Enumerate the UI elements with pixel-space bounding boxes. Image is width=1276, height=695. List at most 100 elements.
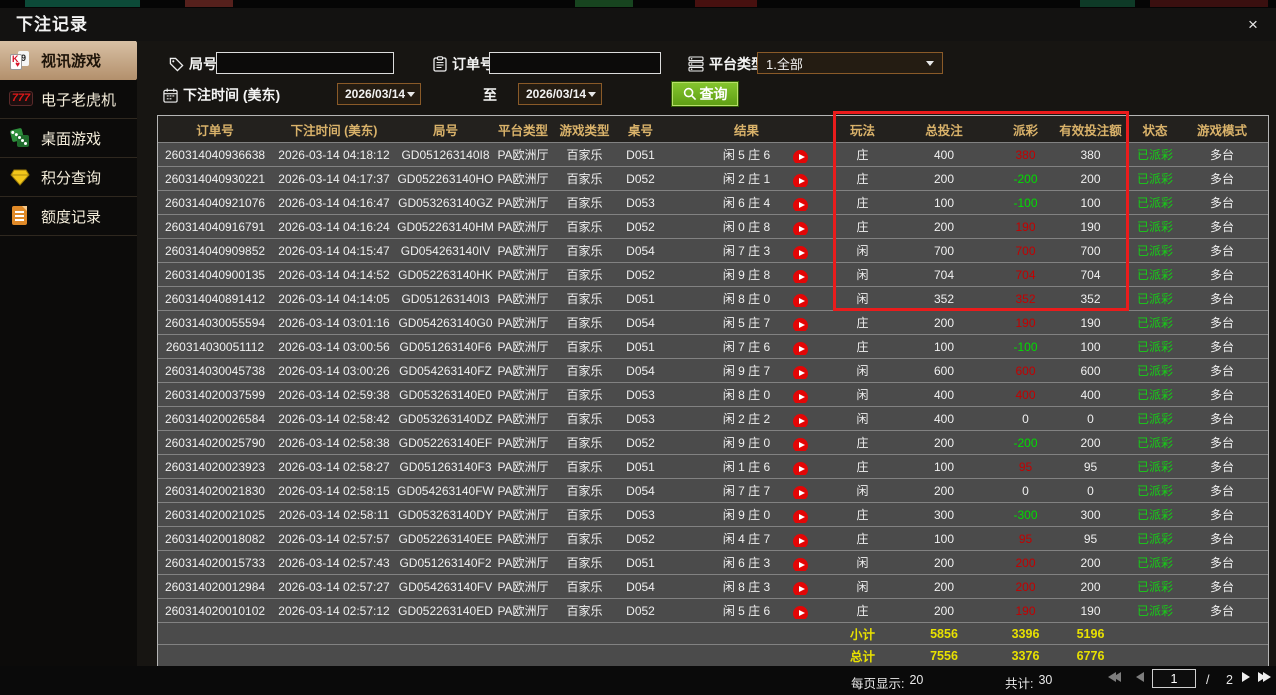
replay-video-icon[interactable]: [793, 246, 808, 259]
payout-cell: 380: [1015, 147, 1036, 162]
table-cell: D054: [626, 579, 655, 594]
platform-cell: PA欧洲厅: [497, 244, 549, 258]
replay-video-icon[interactable]: [793, 294, 808, 307]
replay-video-icon[interactable]: [793, 558, 808, 571]
replay-video-icon[interactable]: [793, 366, 808, 379]
replay-video-icon[interactable]: [793, 510, 808, 523]
next-page-icon: [1242, 672, 1250, 682]
platform-cell: PA欧洲厅: [497, 580, 549, 594]
result-text: 闲 4 庄 7: [722, 532, 771, 546]
table-cell: D053: [626, 195, 655, 210]
sidebar-item-live-games[interactable]: 9K 视讯游戏: [0, 41, 149, 80]
replay-video-icon[interactable]: [793, 342, 808, 355]
table-cell: D052: [626, 267, 655, 282]
replay-video-icon[interactable]: [793, 462, 808, 475]
replay-video-icon[interactable]: [793, 534, 808, 547]
replay-video-icon[interactable]: [793, 198, 808, 211]
replay-video-icon[interactable]: [793, 390, 808, 403]
table-row: 260314040916791 2026-03-14 04:16:24 GD0522…: [158, 214, 1268, 238]
status-cell: 已派彩: [1136, 148, 1173, 162]
result-cell: 闲 9 庄 8: [663, 266, 830, 283]
first-page-button[interactable]: [1108, 672, 1121, 682]
mode-cell: 多台: [1209, 436, 1234, 450]
round-cell: GD051263140F3: [399, 459, 492, 474]
slot-777-icon: 777: [9, 88, 33, 110]
round-cell: GD052263140HO: [397, 171, 494, 186]
mode-cell: 多台: [1209, 604, 1234, 618]
result-cell: 闲 7 庄 7: [663, 482, 830, 499]
round-cell: GD054263140FV: [398, 579, 493, 594]
mode-cell: 多台: [1209, 148, 1234, 162]
replay-video-icon[interactable]: [793, 606, 808, 619]
previous-page-icon: [1136, 672, 1144, 682]
platform-type-select[interactable]: 1.全部: [757, 52, 943, 74]
play-type-cell: 庄: [856, 172, 869, 186]
total-bet-cell: 100: [933, 459, 955, 474]
result-text: 闲 9 庄 7: [722, 364, 771, 378]
replay-video-icon[interactable]: [793, 174, 808, 187]
order-number-input[interactable]: [489, 52, 661, 74]
last-page-button[interactable]: [1258, 672, 1271, 682]
order-cell: 260314040900135: [164, 267, 266, 282]
time-cell: 2026-03-14 04:17:37: [278, 171, 390, 186]
replay-video-icon[interactable]: [793, 582, 808, 595]
mode-cell: 多台: [1209, 460, 1234, 474]
col-header-valid-bet: 有效投注额: [1059, 123, 1122, 138]
replay-video-icon[interactable]: [793, 150, 808, 163]
date-from-picker[interactable]: 2026/03/14: [337, 83, 421, 105]
date-to-picker[interactable]: 2026/03/14: [518, 83, 602, 105]
to-label: 至: [483, 87, 497, 103]
round-cell: GD054263140FZ: [399, 363, 492, 378]
payout-cell: 704: [1015, 267, 1036, 282]
sidebar-item-credit-records[interactable]: 额度记录: [0, 197, 137, 236]
table-row: 260314040900135 2026-03-14 04:14:52 GD0522…: [158, 262, 1268, 286]
table-cell: D052: [626, 531, 655, 546]
round-cell: GD051263140F6: [399, 339, 492, 354]
previous-page-button[interactable]: [1136, 672, 1144, 682]
payout-cell: -100: [1013, 339, 1038, 354]
table-cell: D051: [626, 339, 655, 354]
payout-cell: 190: [1015, 315, 1036, 330]
table-cell: D052: [626, 171, 655, 186]
replay-video-icon[interactable]: [793, 486, 808, 499]
platform-cell: PA欧洲厅: [497, 532, 549, 546]
replay-video-icon[interactable]: [793, 438, 808, 451]
result-text: 闲 9 庄 0: [722, 436, 771, 450]
valid-bet-cell: 190: [1080, 603, 1101, 618]
game-cell: 百家乐: [566, 580, 603, 594]
subtotal-total-bet: 5856: [930, 626, 958, 641]
col-header-result: 结果: [733, 123, 759, 138]
result-cell: 闲 8 庄 3: [663, 578, 830, 595]
page-number-input[interactable]: [1152, 669, 1196, 688]
round-number-input[interactable]: [216, 52, 394, 74]
payout-cell: -200: [1013, 171, 1038, 186]
bets-table: 订单号 下注时间 (美东) 局号 平台类型 游戏类型 桌号 结果 玩法 总投注 …: [157, 115, 1269, 667]
sidebar-item-slots[interactable]: 777 电子老虎机: [0, 80, 137, 119]
result-text: 闲 8 庄 0: [722, 292, 771, 306]
background-artifact: [25, 0, 140, 7]
order-cell: 260314040930221: [164, 171, 266, 186]
total-pages: 2: [1226, 673, 1233, 687]
round-cell: GD054263140FW: [397, 483, 494, 498]
grand-total-valid-bet: 6776: [1076, 648, 1105, 663]
close-icon[interactable]: ×: [1242, 14, 1264, 36]
replay-video-icon[interactable]: [793, 270, 808, 283]
next-page-button[interactable]: [1242, 672, 1250, 682]
payout-cell: 700: [1015, 243, 1036, 258]
payout-cell: 95: [1018, 531, 1033, 546]
replay-video-icon[interactable]: [793, 318, 808, 331]
result-cell: 闲 5 庄 6: [663, 146, 830, 163]
replay-video-icon[interactable]: [793, 222, 808, 235]
replay-video-icon[interactable]: [793, 414, 808, 427]
subtotal-valid-bet: 5196: [1076, 626, 1105, 641]
table-row: 260314040921076 2026-03-14 04:16:47 GD0532…: [158, 190, 1268, 214]
sidebar-item-points-query[interactable]: 积分查询: [0, 158, 137, 197]
mode-cell: 多台: [1209, 556, 1234, 570]
mode-cell: 多台: [1209, 364, 1234, 378]
search-button[interactable]: 查询: [672, 82, 738, 106]
page-title: 下注记录: [16, 15, 88, 34]
table-row: 260314040909852 2026-03-14 04:15:47 GD0542…: [158, 238, 1268, 262]
total-bet-cell: 100: [933, 195, 955, 210]
sidebar-item-table-games[interactable]: 桌面游戏: [0, 119, 137, 158]
col-header-total-bet: 总投注: [925, 123, 963, 138]
